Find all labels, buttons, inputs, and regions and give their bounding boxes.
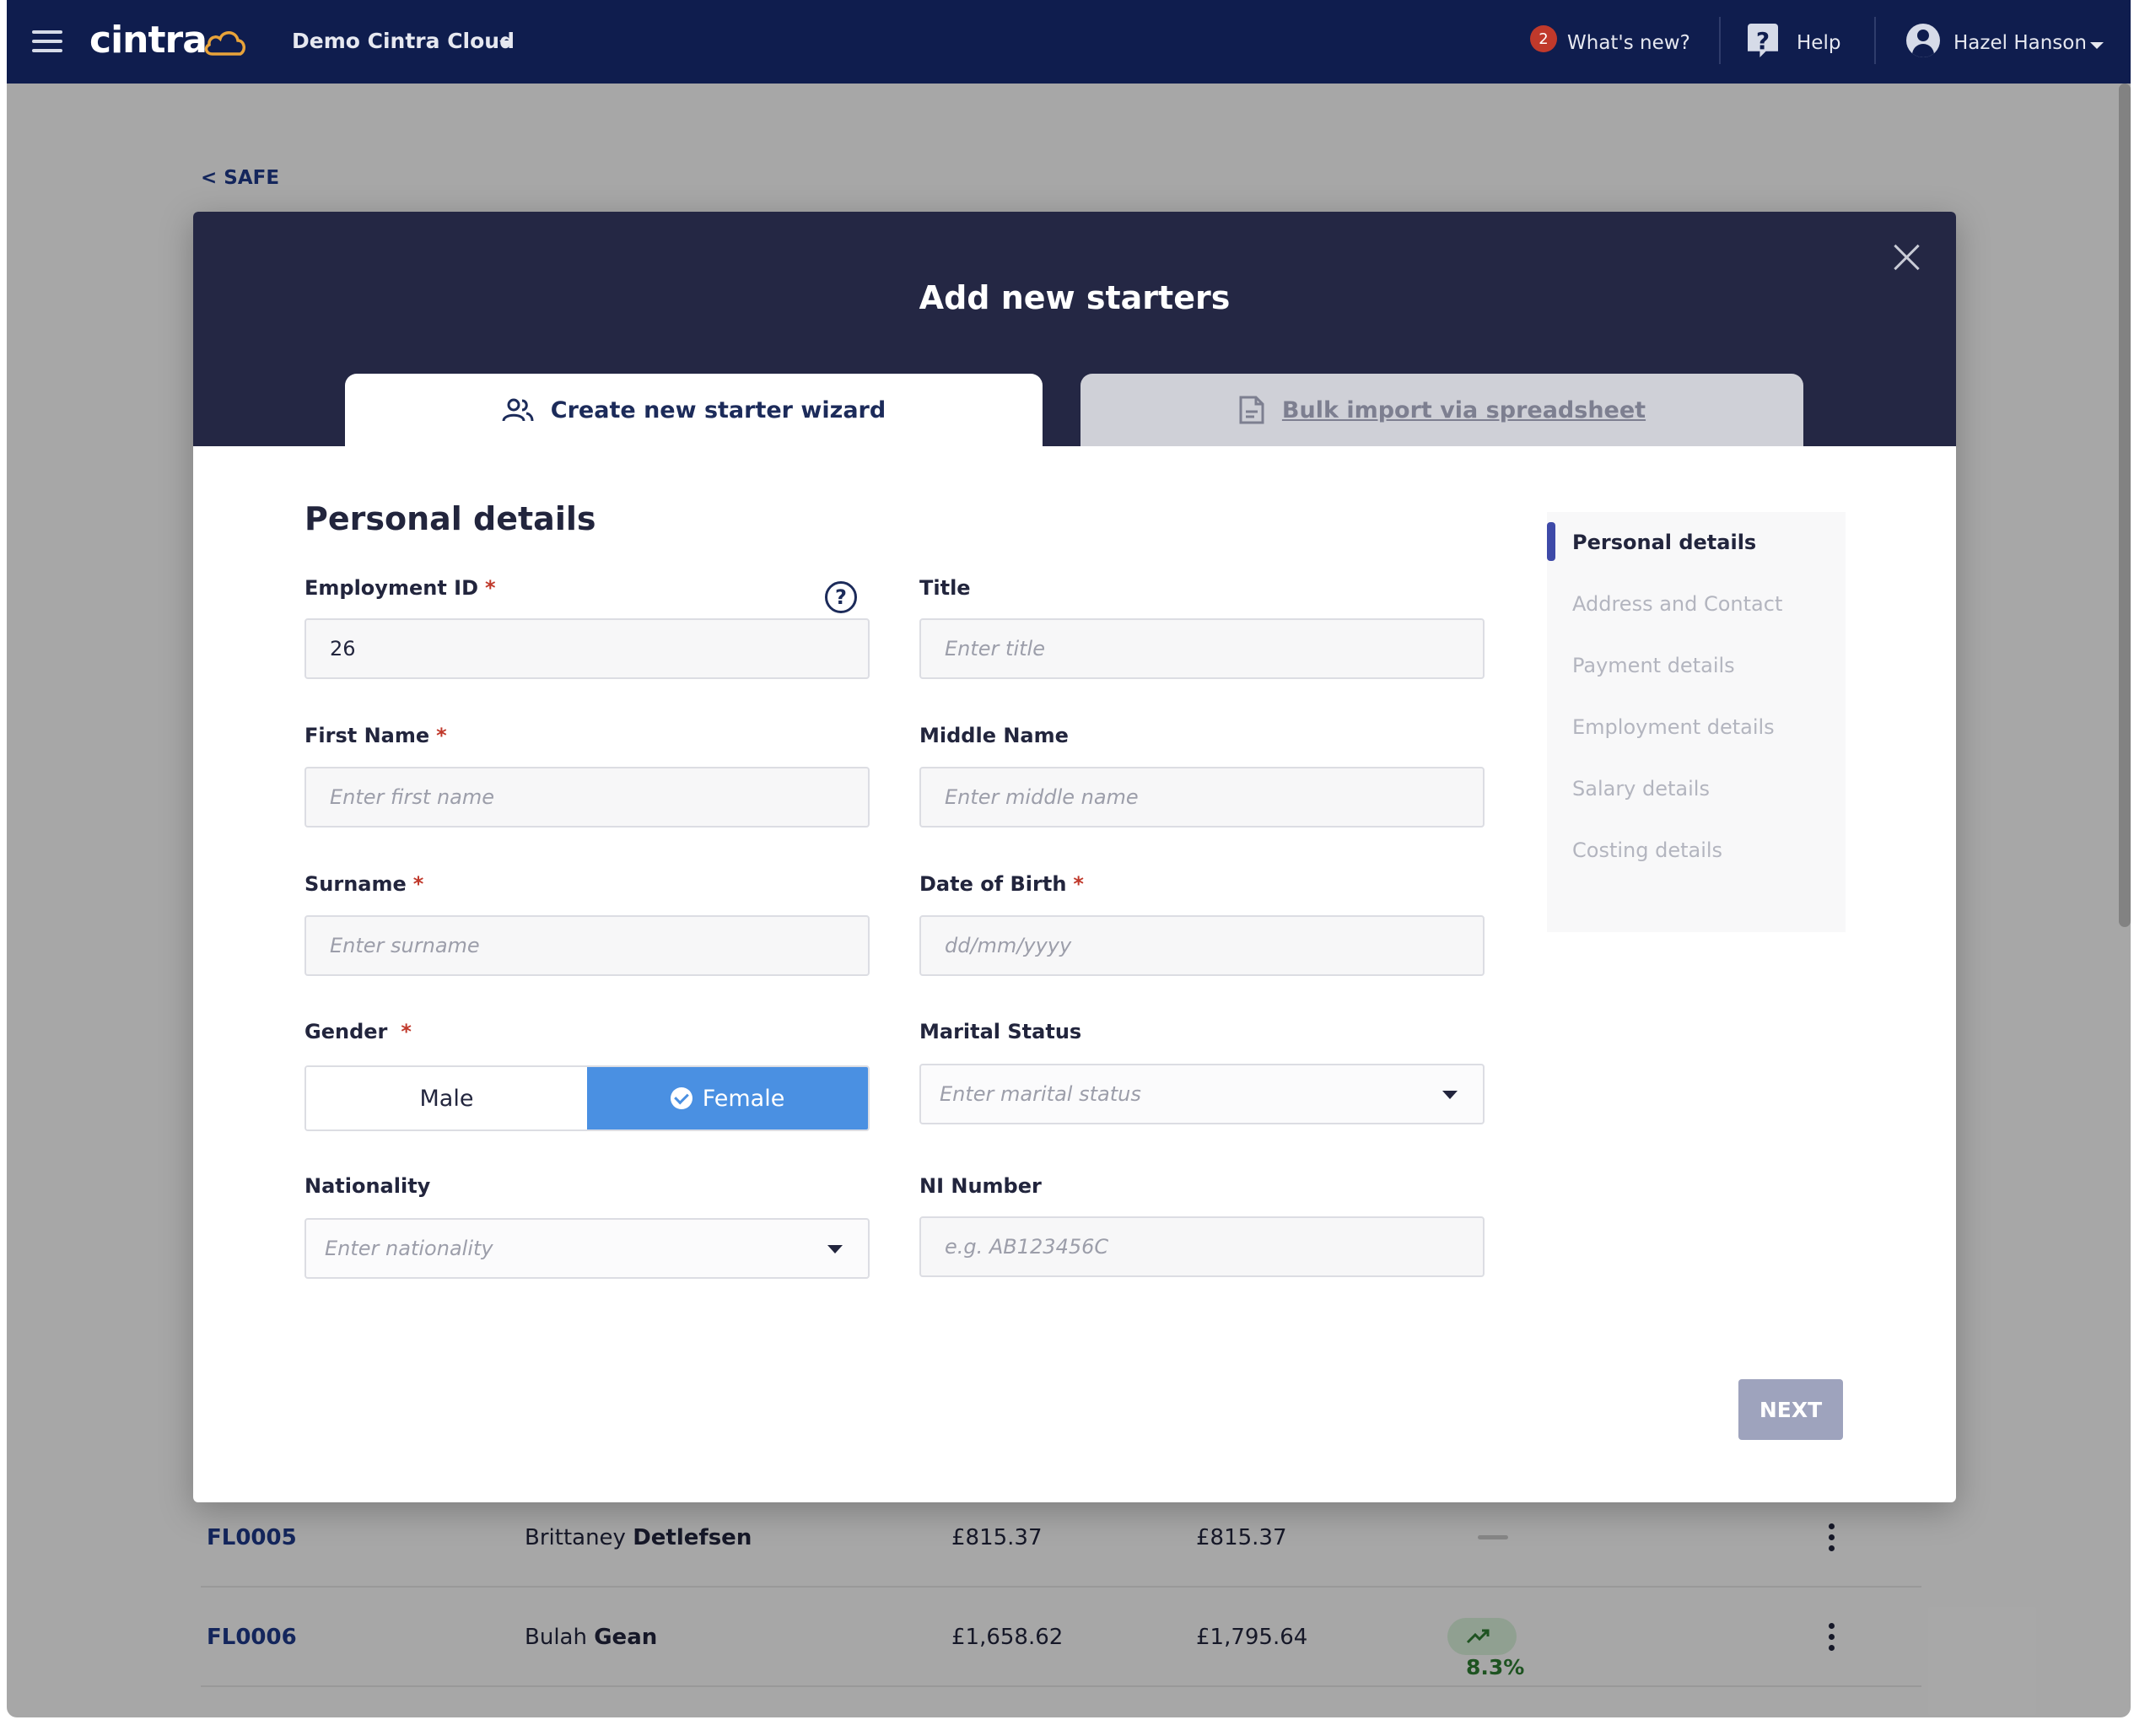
cintra-logo[interactable]: cintra [89, 19, 207, 62]
add-starters-dialog: Add new starters Create new starter wiza… [193, 212, 1956, 1502]
whats-new-link[interactable]: What's new? [1567, 32, 1690, 54]
step-personal-details[interactable]: Personal details [1572, 531, 1756, 554]
chevron-down-icon [827, 1245, 843, 1253]
help-icon[interactable]: ? [1748, 24, 1778, 57]
user-menu[interactable]: Hazel Hanson [1953, 32, 2087, 54]
app-window: cintra Demo Cintra Cloud 2 What's new? ?… [7, 0, 2131, 1717]
notification-badge[interactable]: 2 [1530, 25, 1557, 52]
employment-id-label: Employment ID * [304, 576, 496, 600]
middle-name-label: Middle Name [919, 724, 1069, 747]
divider [1874, 17, 1876, 64]
step-costing-details[interactable]: Costing details [1572, 838, 1722, 862]
middle-name-input[interactable]: Enter middle name [919, 767, 1485, 828]
top-bar: cintra Demo Cintra Cloud 2 What's new? ?… [7, 0, 2131, 84]
step-employment-details[interactable]: Employment details [1572, 715, 1775, 739]
gender-toggle: Male Female [304, 1065, 870, 1131]
gender-option-female[interactable]: Female [587, 1067, 868, 1129]
step-payment-details[interactable]: Payment details [1572, 654, 1735, 677]
divider [1719, 17, 1721, 64]
surname-label: Surname * [304, 872, 424, 896]
dob-input[interactable]: dd/mm/yyyy [919, 915, 1485, 976]
tenant-selector[interactable]: Demo Cintra Cloud [292, 29, 515, 53]
nationality-label: Nationality [304, 1174, 431, 1198]
first-name-label: First Name * [304, 724, 447, 747]
tab-bulk-import[interactable]: Bulk import via spreadsheet [1080, 374, 1803, 446]
cloud-logo-icon [204, 31, 245, 56]
ni-number-input[interactable]: e.g. AB123456C [919, 1216, 1485, 1277]
ni-number-label: NI Number [919, 1174, 1042, 1198]
wizard-steps-nav: Personal details Address and Contact Pay… [1547, 512, 1846, 932]
gender-label: Gender * [304, 1020, 412, 1043]
tab-bulk-import-label: Bulk import via spreadsheet [1281, 396, 1646, 423]
tab-create-wizard-label: Create new starter wizard [550, 396, 886, 423]
close-icon[interactable] [1892, 242, 1922, 272]
next-button[interactable]: NEXT [1738, 1379, 1843, 1440]
section-title: Personal details [304, 500, 596, 537]
chevron-down-icon [1442, 1091, 1458, 1099]
chevron-down-icon[interactable] [499, 40, 513, 47]
tab-create-wizard[interactable]: Create new starter wizard [345, 374, 1043, 446]
step-address-contact[interactable]: Address and Contact [1572, 592, 1782, 616]
active-step-indicator [1547, 522, 1555, 561]
check-circle-icon [670, 1087, 692, 1109]
step-salary-details[interactable]: Salary details [1572, 777, 1710, 801]
dialog-title: Add new starters [919, 279, 1231, 316]
title-input[interactable]: Enter title [919, 618, 1485, 679]
users-icon [502, 398, 534, 422]
help-circle-icon[interactable]: ? [825, 581, 857, 613]
employment-id-input[interactable]: 26 [304, 618, 870, 679]
user-avatar-icon[interactable] [1906, 24, 1940, 57]
dob-label: Date of Birth * [919, 872, 1084, 896]
document-icon [1239, 396, 1264, 424]
marital-status-label: Marital Status [919, 1020, 1082, 1043]
nationality-select[interactable]: Enter nationality [304, 1218, 870, 1279]
first-name-input[interactable]: Enter first name [304, 767, 870, 828]
help-link[interactable]: Help [1797, 32, 1840, 54]
dialog-header: Add new starters Create new starter wiza… [193, 212, 1956, 446]
surname-input[interactable]: Enter surname [304, 915, 870, 976]
marital-status-select[interactable]: Enter marital status [919, 1064, 1485, 1124]
hamburger-menu-icon[interactable] [32, 30, 62, 52]
title-label: Title [919, 576, 971, 600]
chevron-down-icon[interactable] [2090, 42, 2104, 49]
gender-option-male[interactable]: Male [306, 1067, 587, 1129]
